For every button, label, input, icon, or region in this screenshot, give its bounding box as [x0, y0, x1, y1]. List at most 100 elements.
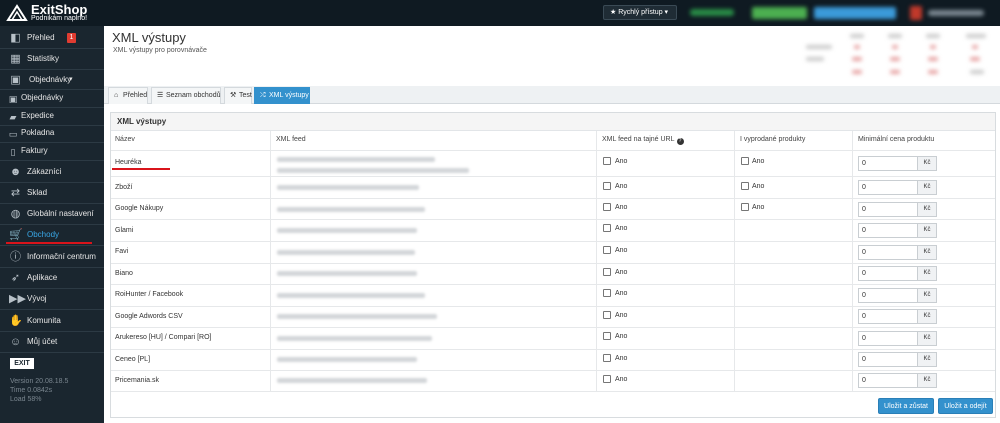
quick-access-button[interactable]: ★ Rychlý přístup ▾: [603, 5, 677, 20]
sidebar-item-globalni-nastaveni[interactable]: ◍ Globální nastavení: [0, 204, 104, 224]
tab-label: XML výstupy: [269, 92, 309, 99]
checkbox-label: Ano: [615, 225, 628, 232]
help-icon[interactable]: ?: [676, 138, 684, 145]
soldout-checkbox[interactable]: [741, 182, 749, 190]
sidebar-item-vyvoj[interactable]: ▶▶ Vývoj: [0, 289, 104, 309]
feed-url-blurred[interactable]: [277, 293, 425, 298]
secret-url-checkbox[interactable]: [603, 332, 611, 340]
feed-url-blurred[interactable]: [277, 336, 432, 341]
min-price-input[interactable]: 0: [858, 180, 918, 195]
feed-url-blurred[interactable]: [277, 271, 417, 276]
currency-addon: Kč: [917, 156, 937, 171]
divider: [0, 245, 104, 246]
tab-label: Test: [239, 92, 252, 99]
checkbox-label: Ano: [615, 312, 628, 319]
sidebar-item-label: Objednávky: [21, 93, 64, 102]
secret-url-checkbox[interactable]: [603, 354, 611, 362]
min-price-input[interactable]: 0: [858, 223, 918, 238]
feed-url-blurred[interactable]: [277, 228, 417, 233]
secret-url-checkbox[interactable]: [603, 224, 611, 232]
feed-url-blurred[interactable]: [277, 314, 437, 319]
feed-url-blurred[interactable]: [277, 185, 419, 190]
min-price-input[interactable]: 0: [858, 373, 918, 388]
sidebar-item-statistiky[interactable]: ▦ Statistiky: [0, 49, 104, 69]
tab-test[interactable]: ⚒ Test: [224, 87, 252, 104]
blurred-user-name[interactable]: [928, 10, 984, 16]
sidebar-item-objednavky[interactable]: ▣ Objednávky ▾: [0, 70, 104, 90]
tab-xml-vystupy[interactable]: ⤮ XML výstupy: [254, 87, 310, 104]
currency-addon: Kč: [917, 352, 937, 367]
highlight-underline: [112, 168, 170, 170]
caret-down-icon: ▾: [664, 9, 669, 16]
sidebar-item-label: Zákazníci: [27, 167, 62, 176]
top-bar: ExitShop Podnikám naplno! ★ Rychlý příst…: [0, 0, 1000, 26]
secret-url-checkbox[interactable]: [603, 246, 611, 254]
min-price-input[interactable]: 0: [858, 288, 918, 303]
shop-name-glami: Glami: [115, 227, 134, 234]
version-text: Version 20.08.18.5: [10, 378, 69, 385]
column-header-secret-url: XML feed na tajné URL?: [602, 136, 684, 145]
shuffle-icon: ⤮: [260, 92, 266, 99]
checkbox-label: Ano: [615, 247, 628, 254]
soldout-checkbox[interactable]: [741, 157, 749, 165]
feed-url-blurred[interactable]: [277, 168, 469, 173]
sidebar-item-label: Aplikace: [27, 273, 58, 282]
home-icon: ⌂: [114, 92, 119, 99]
min-price-input[interactable]: 0: [858, 309, 918, 324]
secret-url-checkbox[interactable]: [603, 157, 611, 165]
feed-url-blurred[interactable]: [277, 207, 425, 212]
sidebar-item-komunita[interactable]: ✋ Komunita: [0, 311, 104, 331]
exitshop-logo[interactable]: ExitShop Podnikám naplno!: [6, 3, 104, 23]
page-subtitle: XML výstupy pro porovnávače: [113, 47, 207, 54]
sidebar-item-prehled[interactable]: ◧ Přehled 1: [0, 28, 104, 48]
column-header-min-price: Minimální cena produktu: [858, 136, 935, 143]
tab-prehled[interactable]: ⌂ Přehled: [108, 87, 148, 104]
checkbox-label: Ano: [615, 355, 628, 362]
blurred-green-button[interactable]: [752, 7, 807, 19]
min-price-input[interactable]: 0: [858, 245, 918, 260]
orders-icon: ▣: [10, 74, 21, 86]
secret-url-checkbox[interactable]: [603, 311, 611, 319]
sidebar-subitem-objednavky[interactable]: ▣ Objednávky: [0, 88, 104, 108]
user-avatar-icon[interactable]: [910, 6, 922, 20]
secret-url-checkbox[interactable]: [603, 182, 611, 190]
save-and-leave-button[interactable]: Uložit a odejít: [938, 398, 993, 414]
secret-url-checkbox[interactable]: [603, 375, 611, 383]
secret-url-checkbox[interactable]: [603, 268, 611, 276]
sidebar-item-muj-ucet[interactable]: ☺ Můj účet: [0, 332, 104, 352]
shop-name-favi: Favi: [115, 248, 129, 255]
sidebar-item-sklad[interactable]: ⇄ Sklad: [0, 183, 104, 203]
sidebar-item-zakaznici[interactable]: ☻ Zákazníci: [0, 162, 104, 182]
sidebar-subitem-pokladna[interactable]: ▭ Pokladna: [0, 123, 104, 143]
feed-url-blurred[interactable]: [277, 357, 417, 362]
panel-header: XML výstupy: [111, 113, 995, 131]
soldout-checkbox[interactable]: [741, 203, 749, 211]
min-price-input[interactable]: 0: [858, 266, 918, 281]
feed-url-blurred[interactable]: [277, 250, 415, 255]
sidebar-item-label: Informační centrum: [27, 252, 96, 261]
tab-seznam-obchodu[interactable]: ☰ Seznam obchodů: [151, 87, 221, 104]
sidebar-item-informacni-centrum[interactable]: ⓘ Informační centrum: [0, 247, 104, 267]
divider: [0, 352, 104, 353]
checkbox-label: Ano: [615, 158, 628, 165]
shop-name-biano: Biano: [115, 270, 133, 277]
sidebar-subitem-faktury[interactable]: ▯ Faktury: [0, 141, 104, 161]
shop-name-roihunter-facebook: RoiHunter / Facebook: [115, 291, 184, 298]
column-divider: [734, 131, 735, 391]
blurred-blue-button[interactable]: [814, 7, 896, 19]
secret-url-checkbox[interactable]: [603, 289, 611, 297]
page-title: XML výstupy: [112, 30, 186, 45]
min-price-input[interactable]: 0: [858, 156, 918, 171]
min-price-input[interactable]: 0: [858, 202, 918, 217]
checkbox-label: Ano: [615, 183, 628, 190]
min-price-input[interactable]: 0: [858, 352, 918, 367]
row-divider: [111, 327, 995, 328]
feed-url-blurred[interactable]: [277, 157, 435, 162]
save-and-stay-button[interactable]: Uložit a zůstat: [878, 398, 934, 414]
feed-url-blurred[interactable]: [277, 378, 427, 383]
min-price-input[interactable]: 0: [858, 331, 918, 346]
sidebar-item-aplikace[interactable]: ➶ Aplikace: [0, 268, 104, 288]
secret-url-checkbox[interactable]: [603, 203, 611, 211]
sidebar-item-label: Objednávky: [29, 75, 72, 84]
row-divider: [111, 391, 995, 392]
